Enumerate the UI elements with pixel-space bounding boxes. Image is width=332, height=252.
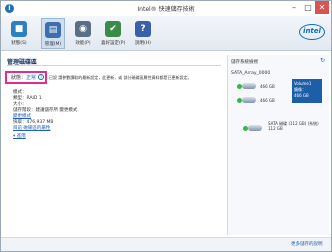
- tab-preferences-label: 喜好設定(P): [101, 41, 126, 46]
- toolbar: ■ 狀態(S) ▤ 管理(M) ◉ 效能(P) ✔ 喜好設定(P) ? 說明(H…: [1, 16, 331, 51]
- tab-status-label: 狀態(S): [11, 41, 27, 46]
- status-help-icon[interactable]: ?: [38, 74, 45, 80]
- refresh-icon[interactable]: ↻: [320, 57, 325, 64]
- close-button[interactable]: ✕: [315, 1, 329, 14]
- status-icon: ■: [11, 21, 27, 37]
- system-disk-info: SATA 磁碟 (112 GB) (系統) 112 GB: [268, 121, 319, 131]
- disk-icon[interactable]: [242, 97, 256, 103]
- volume-size: 466 GB: [294, 93, 309, 98]
- disk-1-size: 466 GB: [260, 98, 275, 103]
- manage-icon: ▤: [45, 22, 61, 38]
- status-ok-icon: [243, 126, 248, 131]
- title-bar: i Intel® 快速儲存技術 – □ ✕: [1, 1, 331, 16]
- status-label: 狀態：: [11, 75, 27, 81]
- advanced-toggle[interactable]: ▾ 進階: [13, 133, 26, 139]
- disk-icon[interactable]: [242, 83, 256, 89]
- tab-performance[interactable]: ◉ 效能(P): [71, 18, 95, 49]
- system-disk-icon[interactable]: [248, 125, 262, 131]
- system-disk-size: 112 GB: [268, 126, 283, 131]
- main-panel: 管理磁碟區 狀態：正常? 已設 請參數讀取的最新設定，此更新，或 部分磁碟區屬性…: [5, 55, 223, 235]
- app-window: i Intel® 快速儲存技術 – □ ✕ ■ 狀態(S) ▤ 管理(M) ◉ …: [0, 0, 332, 252]
- disk-0-size: 466 GB: [260, 84, 275, 89]
- help-icon: ?: [135, 21, 151, 37]
- storage-view-title: 儲存系統檢視: [231, 60, 258, 65]
- more-help-link[interactable]: 更多儲存的說明: [291, 241, 323, 247]
- minimize-button[interactable]: –: [287, 1, 301, 14]
- status-description: 已設 請參數讀取的最新設定，此更新，或 部分磁碟區屬性資料都是已更新設定。: [49, 75, 192, 80]
- preferences-icon: ✔: [105, 21, 121, 37]
- tab-performance-label: 效能(P): [75, 41, 91, 46]
- tab-preferences[interactable]: ✔ 喜好設定(P): [101, 18, 125, 49]
- status-row: 狀態：正常?: [11, 74, 45, 81]
- tab-help-label: 說明(H): [135, 41, 151, 46]
- tab-manage-label: 管理(M): [44, 42, 62, 47]
- volume-properties-link[interactable]: 目前 磁碟區的屬性: [13, 125, 50, 131]
- divider: [7, 65, 221, 66]
- tab-help[interactable]: ? 說明(H): [131, 18, 155, 49]
- performance-icon: ◉: [75, 21, 91, 37]
- tab-manage[interactable]: ▤ 管理(M): [41, 18, 65, 49]
- storage-view-panel: 儲存系統檢視 ↻ SATA_Array_0000 466 GB 466 GB V…: [227, 55, 329, 235]
- footer: 更多儲存的說明: [1, 237, 331, 251]
- volume-card[interactable]: Volume1 鏡像： 466 GB: [292, 79, 322, 103]
- window-title: Intel® 快速儲存技術: [137, 6, 195, 13]
- array-label: SATA_Array_0000: [231, 71, 271, 76]
- status-highlight: 狀態：正常?: [5, 71, 47, 84]
- status-ok-icon: [237, 98, 242, 103]
- intel-logo: intel: [299, 24, 325, 40]
- status-ok-icon: [237, 84, 242, 89]
- status-value: 正常: [26, 75, 37, 81]
- tab-status[interactable]: ■ 狀態(S): [7, 18, 31, 49]
- maximize-button[interactable]: □: [301, 1, 315, 14]
